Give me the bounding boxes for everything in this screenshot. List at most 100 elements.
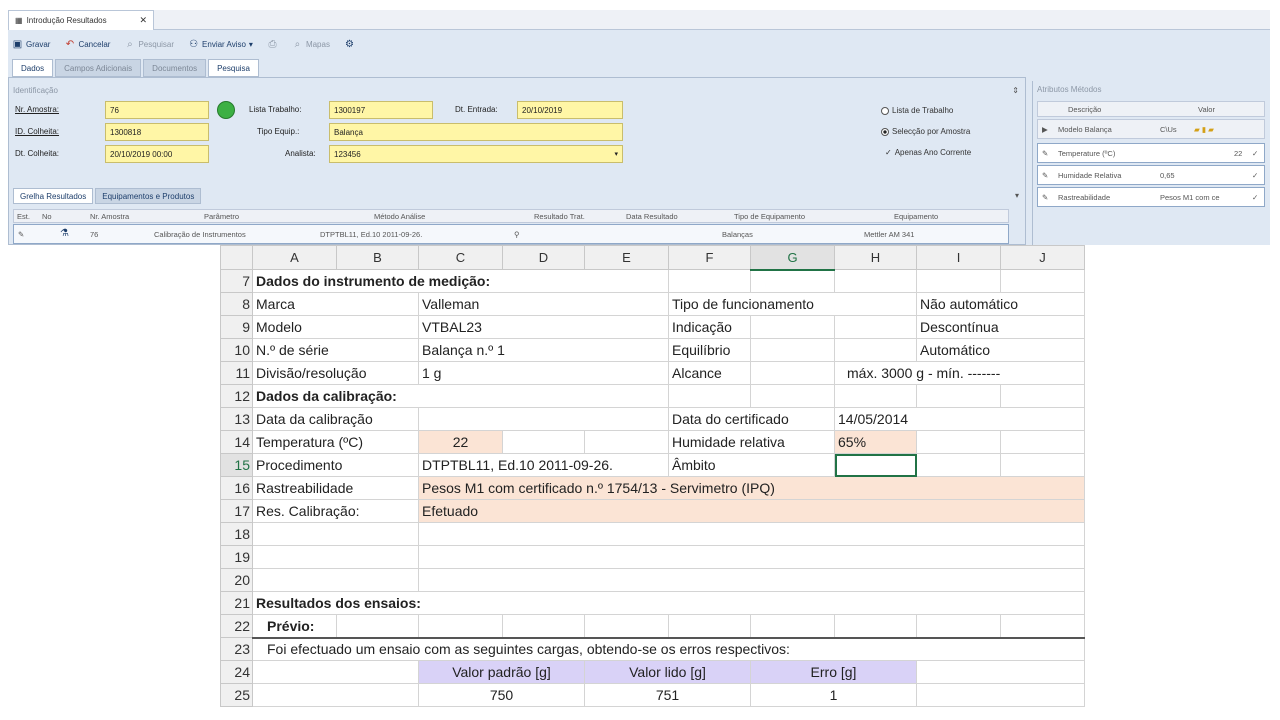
- tab-equipamentos-produtos[interactable]: Equipamentos e Produtos: [95, 188, 202, 204]
- cell[interactable]: Rastreabilidade: [252, 476, 419, 500]
- cell[interactable]: [916, 430, 1001, 454]
- row-number[interactable]: 14: [220, 430, 253, 454]
- cell[interactable]: [252, 683, 419, 707]
- cell[interactable]: Efetuado: [418, 499, 1085, 523]
- cell[interactable]: [584, 430, 669, 454]
- cell[interactable]: Tipo de funcionamento: [668, 292, 917, 316]
- tab-campos-adicionais[interactable]: Campos Adicionais: [55, 59, 142, 77]
- col-header[interactable]: G: [750, 245, 835, 271]
- tab-dados[interactable]: Dados: [12, 59, 54, 77]
- row-number[interactable]: 19: [220, 545, 253, 569]
- cell[interactable]: Data da calibração: [252, 407, 419, 431]
- cell[interactable]: 751: [584, 683, 751, 707]
- row-number[interactable]: 9: [220, 315, 253, 339]
- close-icon[interactable]: ✕: [139, 15, 147, 26]
- cell[interactable]: Prévio:: [252, 614, 337, 639]
- attr-row[interactable]: ✎ Rastreabilidade Pesos M1 com ce ✓: [1037, 187, 1265, 207]
- dt-colheita-field[interactable]: 20/10/2019 00:00: [105, 145, 209, 163]
- cell[interactable]: [834, 269, 917, 293]
- tab-pesquisa[interactable]: Pesquisa: [208, 59, 260, 77]
- row-number[interactable]: 12: [220, 384, 253, 408]
- cell[interactable]: [916, 384, 1001, 408]
- cell[interactable]: 65%: [834, 430, 917, 454]
- cell[interactable]: [418, 522, 1085, 546]
- cell[interactable]: Temperatura (ºC): [252, 430, 419, 454]
- col-no[interactable]: No: [42, 212, 52, 221]
- col-est[interactable]: Est.: [17, 212, 30, 221]
- chevron-down-icon[interactable]: ▾: [614, 150, 618, 158]
- cell[interactable]: Equilíbrio: [668, 338, 751, 362]
- cell[interactable]: Divisão/resolução: [252, 361, 419, 385]
- cell[interactable]: [502, 614, 585, 639]
- cancel-button[interactable]: ↶ Cancelar: [64, 39, 111, 50]
- lista-trabalho-field[interactable]: 1300197: [329, 101, 433, 119]
- row-number[interactable]: 15: [220, 453, 253, 477]
- collapse-icon[interactable]: ⇕: [1012, 86, 1019, 95]
- cell[interactable]: [916, 614, 1001, 639]
- col-header[interactable]: C: [418, 245, 503, 270]
- col-header[interactable]: A: [252, 245, 337, 270]
- cell[interactable]: Valor lido [g]: [584, 660, 751, 684]
- row-number[interactable]: 18: [220, 522, 253, 546]
- tipo-equip-field[interactable]: Balança: [329, 123, 623, 141]
- cell[interactable]: Âmbito: [668, 453, 835, 477]
- col-header[interactable]: I: [916, 245, 1001, 270]
- col-header[interactable]: H: [834, 245, 917, 270]
- row-number[interactable]: 25: [220, 683, 253, 707]
- cell[interactable]: [916, 453, 1001, 477]
- cell[interactable]: [750, 315, 835, 339]
- col-descricao[interactable]: Descrição: [1068, 105, 1101, 114]
- option-lista-trabalho[interactable]: Lista de Trabalho: [881, 106, 953, 115]
- col-metodo[interactable]: Método Análise: [374, 212, 425, 221]
- cell[interactable]: [668, 269, 751, 293]
- col-data-resultado[interactable]: Data Resultado: [626, 212, 678, 221]
- row-number[interactable]: 23: [220, 637, 253, 661]
- col-parametro[interactable]: Parâmetro: [204, 212, 239, 221]
- cell[interactable]: Erro [g]: [750, 660, 917, 684]
- cell[interactable]: 1: [750, 683, 917, 707]
- col-tipo-equip[interactable]: Tipo de Equipamento: [734, 212, 805, 221]
- save-button[interactable]: ▣ Gravar: [12, 39, 51, 50]
- cell[interactable]: [252, 522, 419, 546]
- dt-entrada-field[interactable]: 20/10/2019: [517, 101, 623, 119]
- tools-button[interactable]: ⚙: [344, 39, 355, 50]
- select-all[interactable]: [220, 245, 253, 270]
- row-number[interactable]: 10: [220, 338, 253, 362]
- cell[interactable]: [1000, 614, 1085, 639]
- cell[interactable]: Dados do instrumento de medição:: [252, 269, 669, 293]
- row-number[interactable]: 24: [220, 660, 253, 684]
- cell[interactable]: [1000, 453, 1085, 477]
- doc-tab-introducao-resultados[interactable]: ▦ Introdução Resultados ✕: [8, 10, 154, 30]
- col-header[interactable]: E: [584, 245, 669, 270]
- cell[interactable]: Valor padrão [g]: [418, 660, 585, 684]
- print-button[interactable]: ⎙: [267, 39, 278, 50]
- cell[interactable]: [668, 614, 751, 639]
- cell[interactable]: 22: [418, 430, 503, 454]
- cell[interactable]: Modelo: [252, 315, 419, 339]
- cell[interactable]: [916, 660, 1085, 684]
- attr-row[interactable]: ✎ Humidade Relativa 0,65 ✓: [1037, 165, 1265, 185]
- cell[interactable]: Marca: [252, 292, 419, 316]
- active-cell[interactable]: [834, 453, 917, 477]
- row-number[interactable]: 22: [220, 614, 253, 638]
- cell[interactable]: [418, 568, 1085, 592]
- cell[interactable]: [750, 338, 835, 362]
- table-row[interactable]: ✎ ⚗ 76 Calibração de Instrumentos DTPTBL…: [13, 224, 1009, 244]
- cell[interactable]: [668, 384, 751, 408]
- lookup-icon[interactable]: ⚲: [514, 230, 520, 239]
- cell[interactable]: [834, 338, 917, 362]
- maps-button[interactable]: ⌕ Mapas: [292, 39, 330, 50]
- cell[interactable]: [750, 269, 835, 293]
- cell[interactable]: Data do certificado: [668, 407, 835, 431]
- row-number[interactable]: 7: [220, 269, 253, 293]
- col-resultado[interactable]: Resultado Trat.: [534, 212, 585, 221]
- cell[interactable]: 14/05/2014: [834, 407, 1085, 431]
- cell[interactable]: [336, 614, 419, 639]
- row-number[interactable]: 16: [220, 476, 253, 500]
- row-number[interactable]: 20: [220, 568, 253, 592]
- cell[interactable]: Pesos M1 com certificado n.º 1754/13 - S…: [418, 476, 1085, 500]
- cell[interactable]: [418, 545, 1085, 569]
- col-equipamento[interactable]: Equipamento: [894, 212, 938, 221]
- cell[interactable]: Res. Calibração:: [252, 499, 419, 523]
- cell[interactable]: Dados da calibração:: [252, 384, 669, 408]
